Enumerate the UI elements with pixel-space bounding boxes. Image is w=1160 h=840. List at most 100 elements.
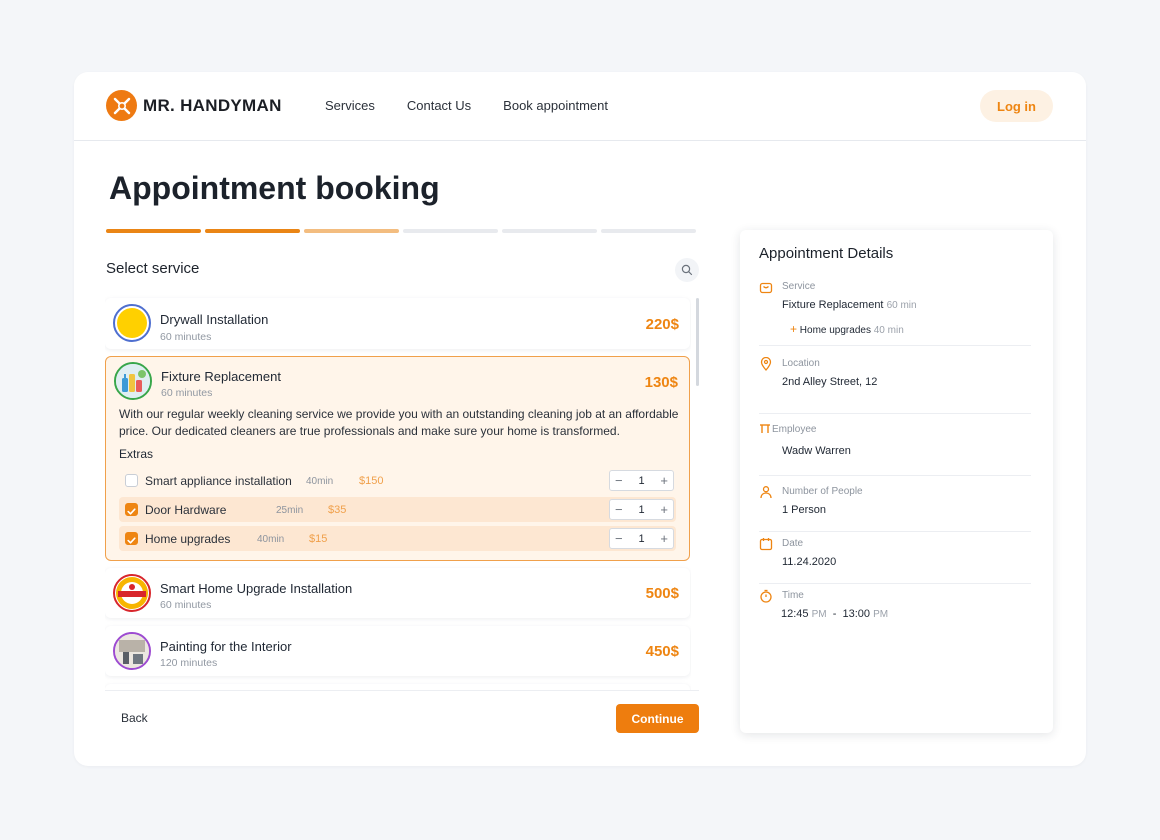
extra-row-door-hardware[interactable]: Door Hardware 25min $35 − 1 + xyxy=(119,497,676,522)
details-location-value: 2nd Alley Street, 12 xyxy=(782,376,878,388)
list-footer-divider xyxy=(105,690,699,691)
quantity-value: 1 xyxy=(638,474,645,487)
extra-minutes: 40min xyxy=(257,534,285,545)
extra-checkbox[interactable] xyxy=(125,474,138,487)
extra-checkbox[interactable] xyxy=(125,503,138,516)
service-price: 220$ xyxy=(645,316,679,333)
nav-book-appointment[interactable]: Book appointment xyxy=(503,98,608,113)
progress-step-6 xyxy=(601,229,696,233)
employee-icon xyxy=(760,424,770,433)
service-duration: 60 minutes xyxy=(160,599,212,611)
service-name: Smart Home Upgrade Installation xyxy=(160,581,353,596)
progress-step-4 xyxy=(403,229,498,233)
service-price: 450$ xyxy=(645,643,679,660)
service-duration: 60 minutes xyxy=(161,387,213,399)
appointment-details-panel: Appointment Details Service Fixture Repl… xyxy=(740,230,1053,733)
back-button[interactable]: Back xyxy=(121,711,148,725)
search-button[interactable] xyxy=(675,258,699,282)
details-service-name: Fixture Replacement xyxy=(782,299,884,311)
yellow-circle-thumb-icon xyxy=(113,304,151,342)
select-service-label: Select service xyxy=(106,260,200,277)
page-title: Appointment booking xyxy=(109,170,440,206)
top-navbar: MR. HANDYMAN Services Contact Us Book ap… xyxy=(74,72,1086,141)
extra-name: Smart appliance installation xyxy=(145,474,292,488)
progress-step-5 xyxy=(502,229,597,233)
extra-checkbox[interactable] xyxy=(125,532,138,545)
details-employee-label: Employee xyxy=(772,424,817,435)
progress-step-3 xyxy=(304,229,399,233)
details-extra-name: Home upgrades xyxy=(799,325,871,336)
tools-logo-icon xyxy=(106,90,137,121)
check-icon xyxy=(127,537,136,544)
quantity-stepper[interactable]: − 1 + xyxy=(609,470,674,491)
details-time: Time 12:45 PM - 13:00 PM xyxy=(759,589,1031,629)
details-extra: + Home upgrades 40 min xyxy=(790,322,904,336)
details-employee: Employee Wadw Warren xyxy=(759,423,1031,476)
service-name: Painting for the Interior xyxy=(160,639,292,654)
quantity-stepper[interactable]: − 1 + xyxy=(609,528,674,549)
handyman-badge-thumb-icon xyxy=(113,574,151,612)
plus-icon[interactable]: + xyxy=(660,503,668,516)
service-price: 130$ xyxy=(644,374,678,391)
minus-icon[interactable]: − xyxy=(615,532,623,545)
details-time-value: 12:45 PM - 13:00 PM xyxy=(781,608,888,620)
minus-icon[interactable]: − xyxy=(615,474,623,487)
service-duration: 120 minutes xyxy=(160,657,218,669)
brand-name: MR. HANDYMAN xyxy=(143,95,282,115)
plus-icon[interactable]: + xyxy=(660,532,668,545)
service-list[interactable]: Drywall Installation 60 minutes 220$ Fix… xyxy=(105,294,691,690)
details-date: Date 11.24.2020 xyxy=(759,537,1031,584)
time-start: 12:45 xyxy=(781,608,809,620)
progress-step-2 xyxy=(205,229,300,233)
details-people-value: 1 Person xyxy=(782,504,827,516)
extra-price: $35 xyxy=(328,504,347,516)
minus-icon[interactable]: − xyxy=(615,503,623,516)
extra-name: Home upgrades xyxy=(145,532,231,546)
details-people-label: Number of People xyxy=(782,486,863,497)
person-icon xyxy=(760,486,772,499)
main-card: MR. HANDYMAN Services Contact Us Book ap… xyxy=(74,72,1086,766)
time-start-suffix: PM xyxy=(811,609,827,620)
time-end: 13:00 xyxy=(842,608,871,620)
details-service-label: Service xyxy=(782,281,816,292)
details-location-label: Location xyxy=(782,358,820,369)
location-pin-icon xyxy=(760,357,772,371)
details-date-label: Date xyxy=(782,538,804,549)
details-employee-value: Wadw Warren xyxy=(782,445,851,457)
service-card-smart-home[interactable]: Smart Home Upgrade Installation 60 minut… xyxy=(105,568,690,618)
details-title: Appointment Details xyxy=(759,245,894,262)
details-service: Service Fixture Replacement 60 min + Hom… xyxy=(759,280,1031,346)
brand-logo[interactable]: MR. HANDYMAN xyxy=(106,90,282,121)
plus-icon[interactable]: + xyxy=(660,474,668,487)
nav-services[interactable]: Services xyxy=(325,98,375,113)
service-price: 500$ xyxy=(645,585,679,602)
extra-price: $150 xyxy=(359,475,384,487)
plus-icon: + xyxy=(790,322,798,336)
details-people: Number of People 1 Person xyxy=(759,485,1031,532)
extra-price: $15 xyxy=(309,533,328,545)
service-card-fixture-replacement[interactable]: Fixture Replacement 60 minutes 130$ With… xyxy=(105,356,690,561)
service-name: Fixture Replacement xyxy=(161,369,281,384)
main-nav: Services Contact Us Book appointment xyxy=(325,98,608,113)
extra-row-home-upgrades[interactable]: Home upgrades 40min $15 − 1 + xyxy=(119,526,676,551)
bag-icon xyxy=(759,282,773,294)
quantity-value: 1 xyxy=(638,532,645,545)
extra-row-smart-appliance[interactable]: Smart appliance installation 40min $150 … xyxy=(119,468,676,493)
continue-button[interactable]: Continue xyxy=(616,704,699,733)
login-button[interactable]: Log in xyxy=(980,90,1053,122)
extras-heading: Extras xyxy=(119,447,154,461)
extra-minutes: 25min xyxy=(276,505,304,516)
service-card-painting-interior[interactable]: Painting for the Interior 120 minutes 45… xyxy=(105,626,690,676)
booking-progress-bar xyxy=(106,229,696,233)
time-separator: - xyxy=(832,608,837,620)
nav-contact-us[interactable]: Contact Us xyxy=(407,98,471,113)
service-card-drywall[interactable]: Drywall Installation 60 minutes 220$ xyxy=(105,298,690,349)
details-service-value: Fixture Replacement 60 min xyxy=(782,299,917,311)
service-list-scrollbar[interactable] xyxy=(696,298,699,386)
quantity-value: 1 xyxy=(638,503,645,516)
extra-minutes: 40min xyxy=(306,476,334,487)
calendar-icon xyxy=(759,538,773,551)
quantity-stepper[interactable]: − 1 + xyxy=(609,499,674,520)
details-location: Location 2nd Alley Street, 12 xyxy=(759,357,1031,414)
details-extra-duration: 40 min xyxy=(873,325,904,336)
